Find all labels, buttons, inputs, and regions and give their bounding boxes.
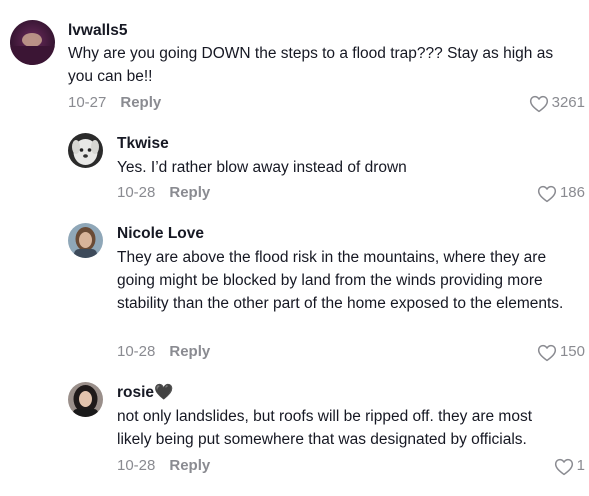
comment-date: 10-27 [68,94,107,111]
comment-meta: 10-28 Reply [117,183,210,203]
reply-button[interactable]: Reply [169,343,210,360]
like-button[interactable]: 150 [537,342,585,362]
like-count: 1 [576,457,585,474]
reply-button[interactable]: Reply [169,184,210,201]
avatar[interactable] [10,20,55,65]
comment-text: Why are you going DOWN the steps to a fl… [68,45,554,85]
reply-button[interactable]: Reply [169,457,210,474]
comment-date: 10-28 [117,184,156,201]
comment-username[interactable]: lvwalls5 [68,21,127,41]
comment-username[interactable]: Nicole Love [117,224,204,244]
reply-button[interactable]: Reply [120,94,161,111]
comment-meta: 10-27 Reply [68,93,161,113]
comment-meta: 10-28 Reply [117,342,210,362]
avatar[interactable] [68,133,103,168]
heart-icon [529,95,548,112]
comment-text: Yes. I’d rather blow away instead of dro… [117,159,407,176]
comment-text: not only landslides, but roofs will be r… [117,408,532,448]
heart-icon [537,344,557,361]
avatar[interactable] [68,223,103,258]
like-button[interactable]: 3261 [529,93,585,113]
comment-date: 10-28 [117,457,156,474]
like-count: 186 [559,184,585,201]
heart-icon [554,458,573,475]
like-button[interactable]: 1 [554,456,585,476]
like-count: 150 [559,343,585,360]
comment-date: 10-28 [117,343,156,360]
heart-icon [537,185,557,202]
comment-meta: 10-28 Reply [117,456,210,476]
comment-text: They are above the flood risk in the mou… [117,249,564,312]
like-button[interactable]: 186 [537,183,585,203]
comment-username[interactable]: Tkwise [117,134,169,154]
comment-username[interactable]: rosie🖤 [117,383,173,403]
like-count: 3261 [551,94,585,111]
avatar[interactable] [68,382,103,417]
